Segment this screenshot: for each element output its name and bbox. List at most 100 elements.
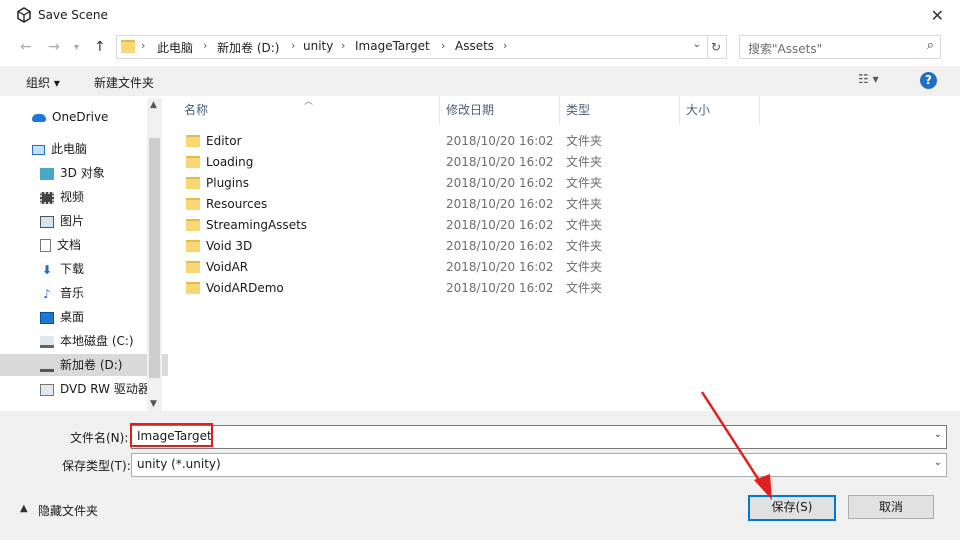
file-date: 2018/10/20 16:02 (446, 218, 554, 232)
scroll-down-icon[interactable]: ▼ (150, 399, 157, 409)
folder-icon (121, 40, 135, 53)
picture-icon (40, 215, 54, 228)
drive-icon (40, 360, 54, 372)
scroll-up-icon[interactable]: ▲ (150, 100, 157, 110)
forward-icon[interactable]: → (48, 39, 60, 55)
filetype-select[interactable]: unity (*.unity) ⌄ (131, 453, 947, 477)
file-type: 文件夹 (566, 239, 603, 253)
sidebar-item-label: 音乐 (60, 286, 85, 300)
chevron-right-icon: › (141, 39, 146, 52)
computer-icon (32, 144, 45, 155)
sidebar-item-label: 视频 (60, 190, 85, 204)
folder-icon (186, 177, 200, 189)
file-name: VoidARDemo (206, 281, 284, 295)
file-name: StreamingAssets (206, 218, 308, 232)
collapse-arrow-icon[interactable]: ▲ (20, 503, 28, 514)
column-header-name[interactable]: 名称 (178, 96, 440, 124)
hide-folders-toggle[interactable]: 隐藏文件夹 (38, 502, 98, 519)
search-box[interactable]: 搜索"Assets" ⌕ (739, 35, 941, 59)
sidebar-item-label: 桌面 (60, 310, 85, 324)
list-item[interactable]: Void 3D 2018/10/20 16:02 文件夹 (182, 236, 782, 257)
list-item[interactable]: Editor 2018/10/20 16:02 文件夹 (182, 131, 782, 152)
filetype-label: 保存类型(T): (62, 459, 131, 473)
unity-logo-icon (17, 7, 31, 23)
list-item[interactable]: VoidAR 2018/10/20 16:02 文件夹 (182, 257, 782, 278)
column-header-date[interactable]: 修改日期 (440, 96, 560, 124)
help-icon[interactable]: ? (920, 72, 937, 89)
recent-dropdown-icon[interactable]: ▾ (74, 42, 79, 53)
list-item[interactable]: StreamingAssets 2018/10/20 16:02 文件夹 (182, 215, 782, 236)
sidebar-item-label: 图片 (60, 214, 85, 228)
cancel-button[interactable]: 取消 (848, 495, 934, 519)
file-name: Editor (206, 134, 242, 148)
back-icon[interactable]: ← (20, 39, 32, 55)
address-dropdown-icon[interactable]: ⌄ (693, 39, 701, 50)
file-type: 文件夹 (566, 176, 603, 190)
file-date: 2018/10/20 16:02 (446, 176, 554, 190)
chevron-right-icon: › (503, 39, 508, 52)
sidebar-item-label: 下载 (60, 262, 85, 276)
sidebar-item-label: 新加卷 (D:) (60, 358, 123, 372)
film-icon (40, 191, 54, 204)
highlight-box (130, 423, 213, 447)
dvd-drive-icon (40, 383, 54, 396)
filename-label: 文件名(N): (70, 431, 129, 445)
view-options-icon[interactable]: ☷ ▾ (858, 72, 879, 86)
up-icon[interactable]: ↑ (94, 39, 106, 55)
folder-icon (186, 135, 200, 147)
cube-icon (40, 167, 54, 180)
file-list: ︿ 名称 修改日期 类型 大小 Editor 2018/10/20 16:02 文件… (168, 96, 950, 411)
file-date: 2018/10/20 16:02 (446, 260, 554, 274)
sidebar-item-label: 文档 (57, 238, 82, 252)
file-date: 2018/10/20 16:02 (446, 239, 554, 253)
chevron-right-icon: › (203, 39, 208, 52)
breadcrumb-segment[interactable]: ImageTarget (355, 39, 430, 53)
chevron-right-icon: › (441, 39, 446, 52)
breadcrumb-segment[interactable]: unity (303, 39, 333, 53)
breadcrumb-segment[interactable]: 此电脑 (157, 39, 193, 56)
file-name: VoidAR (206, 260, 249, 274)
refresh-icon[interactable]: ↻ (706, 35, 727, 59)
chevron-down-icon[interactable]: ⌄ (934, 429, 942, 440)
close-icon[interactable]: ✕ (931, 6, 944, 25)
desktop-icon (40, 311, 54, 324)
list-item[interactable]: Resources 2018/10/20 16:02 文件夹 (182, 194, 782, 215)
filename-field[interactable]: ImageTarget ⌄ (131, 425, 947, 449)
search-icon[interactable]: ⌕ (927, 38, 934, 53)
column-header-size[interactable]: 大小 (680, 96, 760, 124)
list-item[interactable]: VoidARDemo 2018/10/20 16:02 文件夹 (182, 278, 782, 299)
chevron-right-icon: › (291, 39, 296, 52)
document-icon (40, 239, 51, 252)
sidebar-item-label: 3D 对象 (60, 166, 105, 180)
sidebar-item-label: 此电脑 (51, 142, 88, 156)
file-date: 2018/10/20 16:02 (446, 281, 554, 295)
sidebar-item-label: DVD RW 驱动器 (60, 382, 150, 396)
chevron-right-icon: › (341, 39, 346, 52)
file-name: Plugins (206, 176, 249, 190)
search-input[interactable]: 搜索"Assets" (748, 40, 822, 57)
file-type: 文件夹 (566, 134, 603, 148)
address-bar[interactable]: › 此电脑 › 新加卷 (D:) › unity › ImageTarget ›… (116, 35, 708, 59)
file-date: 2018/10/20 16:02 (446, 155, 554, 169)
new-folder-button[interactable]: 新建文件夹 (94, 74, 154, 91)
file-type: 文件夹 (566, 281, 603, 295)
list-item[interactable]: Loading 2018/10/20 16:02 文件夹 (182, 152, 782, 173)
sidebar-scrollbar[interactable]: ▲ ▼ (147, 98, 162, 411)
list-item[interactable]: Plugins 2018/10/20 16:02 文件夹 (182, 173, 782, 194)
music-note-icon: ♪ (43, 286, 51, 301)
folder-icon (186, 282, 200, 294)
file-type: 文件夹 (566, 260, 603, 274)
breadcrumb-segment[interactable]: Assets (455, 39, 494, 53)
file-name: Loading (206, 155, 254, 169)
scrollbar-thumb[interactable] (149, 138, 160, 378)
breadcrumb-segment[interactable]: 新加卷 (D:) (217, 39, 279, 56)
folder-icon (186, 198, 200, 210)
organize-button[interactable]: 组织 ▾ (26, 74, 60, 91)
chevron-down-icon[interactable]: ⌄ (934, 457, 942, 468)
column-header-type[interactable]: 类型 (560, 96, 680, 124)
navigation-pane: OneDrive 此电脑 3D 对象 视频 图片 文档 ⬇ 下载 ♪ 音乐 桌面 本… (0, 96, 186, 411)
file-date: 2018/10/20 16:02 (446, 197, 554, 211)
folder-icon (186, 156, 200, 168)
title-bar: Save Scene ✕ (0, 0, 960, 32)
window-title: Save Scene (38, 8, 108, 22)
